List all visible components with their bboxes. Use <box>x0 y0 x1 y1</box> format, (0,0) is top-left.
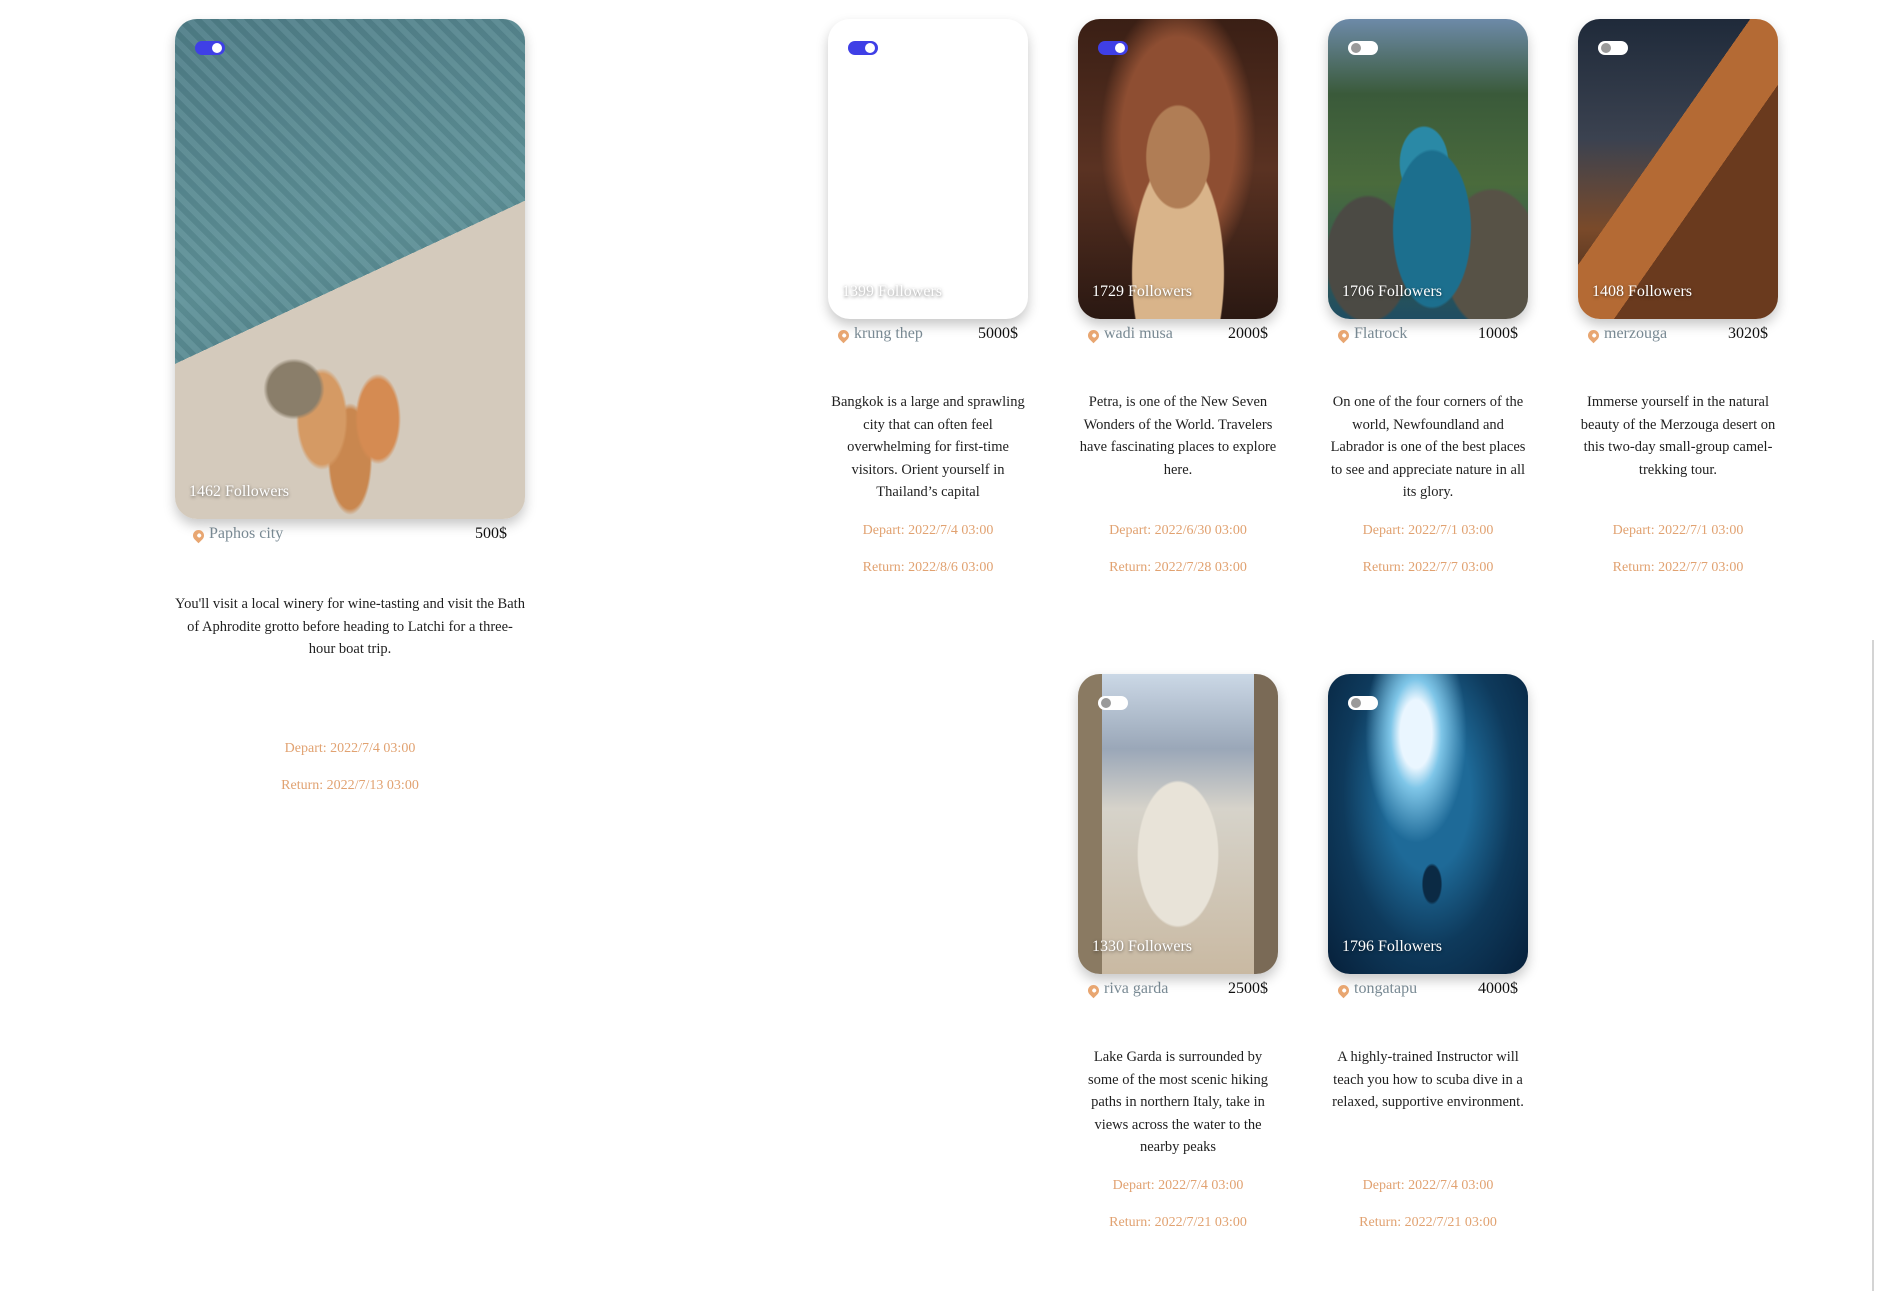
trip-card-paphos[interactable]: 1462 Followers Paphos city 500$ You'll v… <box>175 19 525 794</box>
location-name: riva garda <box>1104 980 1169 997</box>
location-pin-icon <box>1585 327 1602 343</box>
trip-meta: merzouga 3020$ <box>1578 325 1778 343</box>
trip-photo[interactable]: 1706 Followers <box>1328 19 1528 319</box>
trip-photo[interactable]: 1330 Followers <box>1078 674 1278 974</box>
followers-count: 1399 Followers <box>842 283 942 300</box>
location-link[interactable]: krung thep <box>835 325 923 343</box>
followers-count: 1706 Followers <box>1342 283 1442 300</box>
trip-photo[interactable]: 1399 Followers <box>828 19 1028 319</box>
depart-date: Depart: 2022/7/1 03:00 <box>1612 523 1744 538</box>
trip-price: 5000$ <box>978 325 1018 342</box>
location-link[interactable]: tongatapu <box>1335 980 1418 998</box>
depart-date: Depart: 2022/7/4 03:00 <box>1112 1178 1244 1193</box>
return-date: Return: 2022/7/7 03:00 <box>1362 560 1494 575</box>
trip-description: Lake Garda is surrounded by some of the … <box>1087 1049 1268 1155</box>
trip-card-wadi-musa[interactable]: 1729 Followers wadi musa 2000$ Petra, is… <box>1078 19 1278 576</box>
location-pin-icon <box>1085 982 1102 998</box>
trip-price: 3020$ <box>1728 325 1768 342</box>
depart-date: Depart: 2022/7/4 03:00 <box>862 523 994 538</box>
toggle-knob <box>1351 43 1361 53</box>
trip-card-tongatapu[interactable]: 1796 Followers tongatapu 4000$ A highly-… <box>1328 674 1528 1231</box>
followers-count: 1462 Followers <box>189 483 289 500</box>
location-pin-icon <box>190 527 207 543</box>
return-date: Return: 2022/7/7 03:00 <box>1612 560 1744 575</box>
trip-card-riva-garda[interactable]: 1330 Followers riva garda 2500$ Lake Gar… <box>1078 674 1278 1231</box>
trip-meta: krung thep 5000$ <box>828 325 1028 343</box>
location-link[interactable]: Flatrock <box>1335 325 1408 343</box>
followers-count: 1408 Followers <box>1592 283 1692 300</box>
trip-description: Immerse yourself in the natural beauty o… <box>1580 394 1776 478</box>
trip-meta: wadi musa 2000$ <box>1078 325 1278 343</box>
toggle-knob <box>1351 698 1361 708</box>
location-link[interactable]: Paphos city <box>190 525 284 543</box>
favorite-toggle[interactable] <box>848 41 878 55</box>
trip-photo[interactable]: 1796 Followers <box>1328 674 1528 974</box>
followers-count: 1796 Followers <box>1342 938 1442 955</box>
trip-price: 4000$ <box>1478 980 1518 997</box>
depart-date: Depart: 2022/7/1 03:00 <box>1362 523 1494 538</box>
trip-description: You'll visit a local winery for wine-tas… <box>175 596 525 657</box>
return-date: Return: 2022/7/21 03:00 <box>1109 1215 1247 1230</box>
favorite-toggle[interactable] <box>1098 696 1128 710</box>
trip-meta: riva garda 2500$ <box>1078 980 1278 998</box>
location-name: wadi musa <box>1104 325 1173 342</box>
location-pin-icon <box>835 327 852 343</box>
location-name: krung thep <box>854 325 923 342</box>
trip-meta: Paphos city 500$ <box>175 525 525 543</box>
favorite-toggle[interactable] <box>195 41 225 55</box>
location-name: Flatrock <box>1354 325 1408 342</box>
followers-count: 1330 Followers <box>1092 938 1192 955</box>
depart-date: Depart: 2022/6/30 03:00 <box>1109 523 1247 538</box>
toggle-knob <box>212 43 222 53</box>
trip-photo[interactable]: 1729 Followers <box>1078 19 1278 319</box>
return-date: Return: 2022/7/13 03:00 <box>281 778 419 793</box>
return-date: Return: 2022/8/6 03:00 <box>862 560 994 575</box>
trip-meta: Flatrock 1000$ <box>1328 325 1528 343</box>
trip-card-krung-thep[interactable]: 1399 Followers krung thep 5000$ Bangkok … <box>828 19 1028 576</box>
page-scrollbar[interactable] <box>1872 640 1874 1291</box>
return-date: Return: 2022/7/21 03:00 <box>1359 1215 1497 1230</box>
location-name: merzouga <box>1604 325 1668 342</box>
location-name: Paphos city <box>209 525 284 542</box>
favorite-toggle[interactable] <box>1598 41 1628 55</box>
trip-price: 1000$ <box>1478 325 1518 342</box>
trip-photo[interactable]: 1462 Followers <box>175 19 525 519</box>
favorite-toggle[interactable] <box>1348 41 1378 55</box>
depart-date: Depart: 2022/7/4 03:00 <box>284 741 416 756</box>
trip-photo[interactable]: 1408 Followers <box>1578 19 1778 319</box>
followers-count: 1729 Followers <box>1092 283 1192 300</box>
trip-description: Bangkok is a large and sprawling city th… <box>831 394 1025 500</box>
depart-date: Depart: 2022/7/4 03:00 <box>1362 1178 1494 1193</box>
location-pin-icon <box>1085 327 1102 343</box>
trip-card-flatrock[interactable]: 1706 Followers Flatrock 1000$ On one of … <box>1328 19 1528 576</box>
location-link[interactable]: riva garda <box>1085 980 1169 998</box>
location-link[interactable]: merzouga <box>1585 325 1668 343</box>
trip-price: 2500$ <box>1228 980 1268 997</box>
trip-price: 2000$ <box>1228 325 1268 342</box>
trip-price: 500$ <box>475 525 507 542</box>
favorite-toggle[interactable] <box>1098 41 1128 55</box>
trip-description: Petra, is one of the New Seven Wonders o… <box>1079 394 1277 478</box>
toggle-knob <box>1115 43 1125 53</box>
location-link[interactable]: wadi musa <box>1085 325 1173 343</box>
location-name: tongatapu <box>1354 980 1418 997</box>
return-date: Return: 2022/7/28 03:00 <box>1109 560 1247 575</box>
favorite-toggle[interactable] <box>1348 696 1378 710</box>
toggle-knob <box>1101 698 1111 708</box>
trip-meta: tongatapu 4000$ <box>1328 980 1528 998</box>
toggle-knob <box>865 43 875 53</box>
location-pin-icon <box>1335 327 1352 343</box>
location-pin-icon <box>1335 982 1352 998</box>
trip-description: On one of the four corners of the world,… <box>1330 394 1526 500</box>
toggle-knob <box>1601 43 1611 53</box>
trip-description: A highly-trained Instructor will teach y… <box>1332 1049 1524 1110</box>
trip-card-merzouga[interactable]: 1408 Followers merzouga 3020$ Immerse yo… <box>1578 19 1778 576</box>
